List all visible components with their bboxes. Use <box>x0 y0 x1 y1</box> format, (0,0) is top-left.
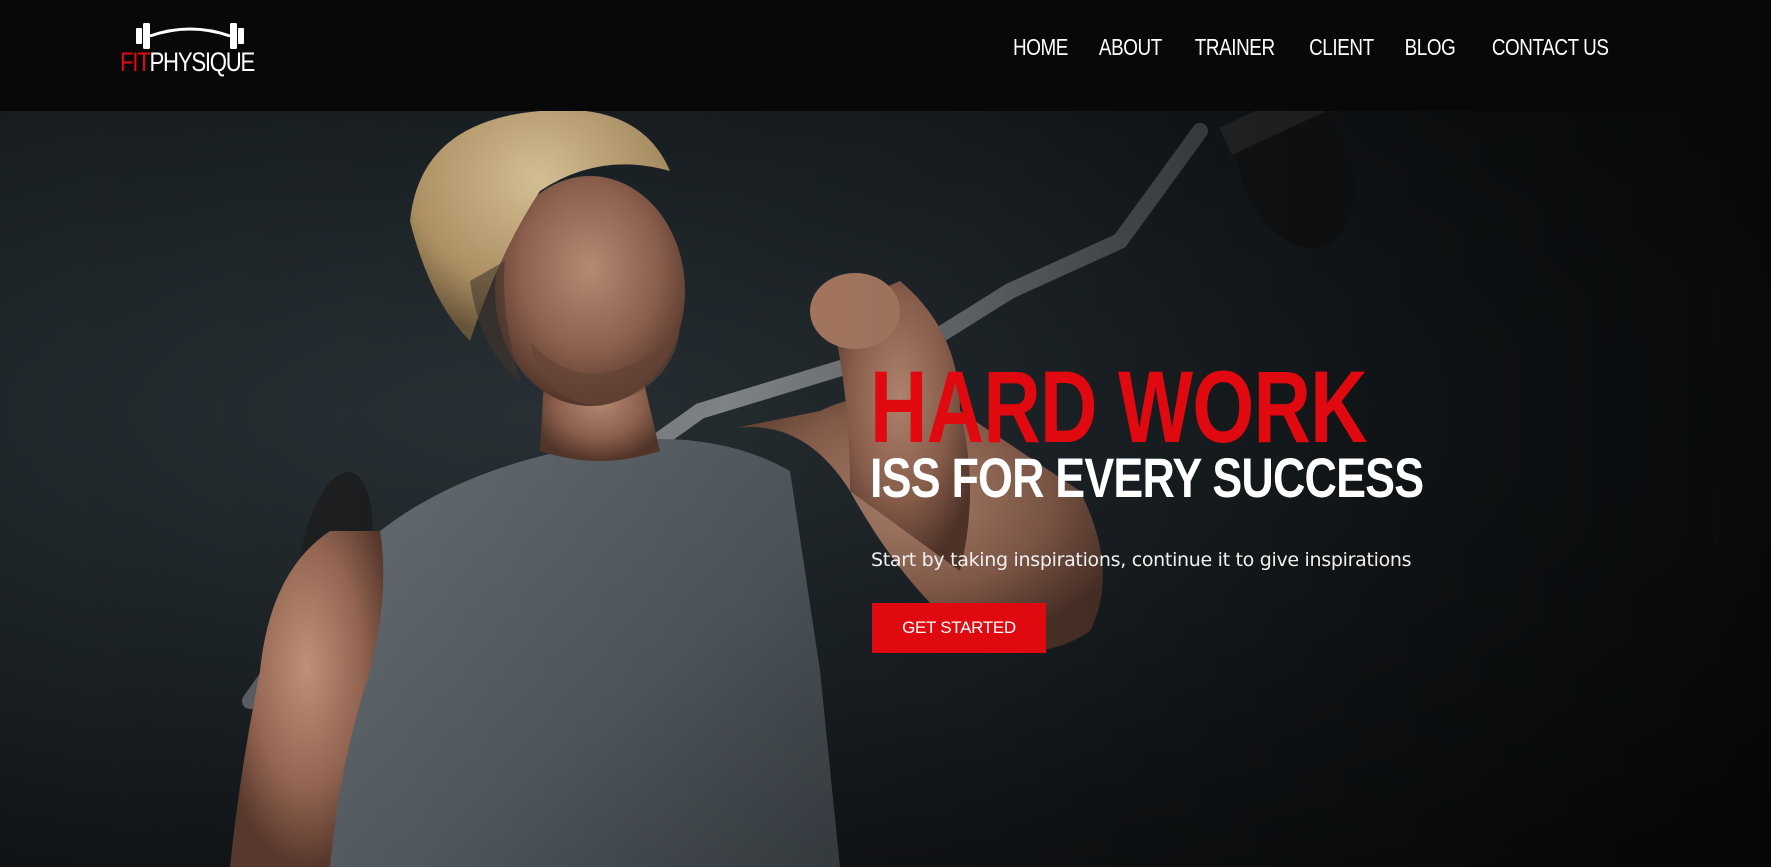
main-nav: HOME ABOUT TRAINER CLIENT BLOG CONTACT U… <box>989 36 1621 59</box>
nav-about[interactable]: ABOUT <box>1099 36 1162 59</box>
hero-section: HARD WORK ISS FOR EVERY SUCCESS Start by… <box>0 111 1771 867</box>
barbell-icon <box>136 23 244 49</box>
page: FITPHYSIQUE HOME ABOUT TRAINER CLIENT BL… <box>0 0 1771 867</box>
hero-headline: HARD WORK <box>870 350 1368 464</box>
nav-home[interactable]: HOME <box>1013 36 1068 59</box>
brand-name-physique: PHYSIQUE <box>149 47 256 77</box>
nav-client[interactable]: CLIENT <box>1309 36 1374 59</box>
hero-content: HARD WORK ISS FOR EVERY SUCCESS Start by… <box>870 350 1507 653</box>
brand-wordmark: FITPHYSIQUE <box>120 47 256 77</box>
nav-trainer[interactable]: TRAINER <box>1195 36 1275 59</box>
site-header: FITPHYSIQUE HOME ABOUT TRAINER CLIENT BL… <box>0 0 1771 111</box>
brand-name-fit: FIT <box>120 47 151 77</box>
nav-contact-us[interactable]: CONTACT US <box>1491 36 1608 59</box>
brand-logo[interactable]: FITPHYSIQUE <box>120 20 260 82</box>
hero-tagline: Start by taking inspirations, continue i… <box>871 549 1412 571</box>
hero-subheadline: ISS FOR EVERY SUCCESS <box>870 446 1424 509</box>
nav-blog[interactable]: BLOG <box>1404 36 1455 59</box>
get-started-button[interactable]: GET STARTED <box>872 603 1046 653</box>
